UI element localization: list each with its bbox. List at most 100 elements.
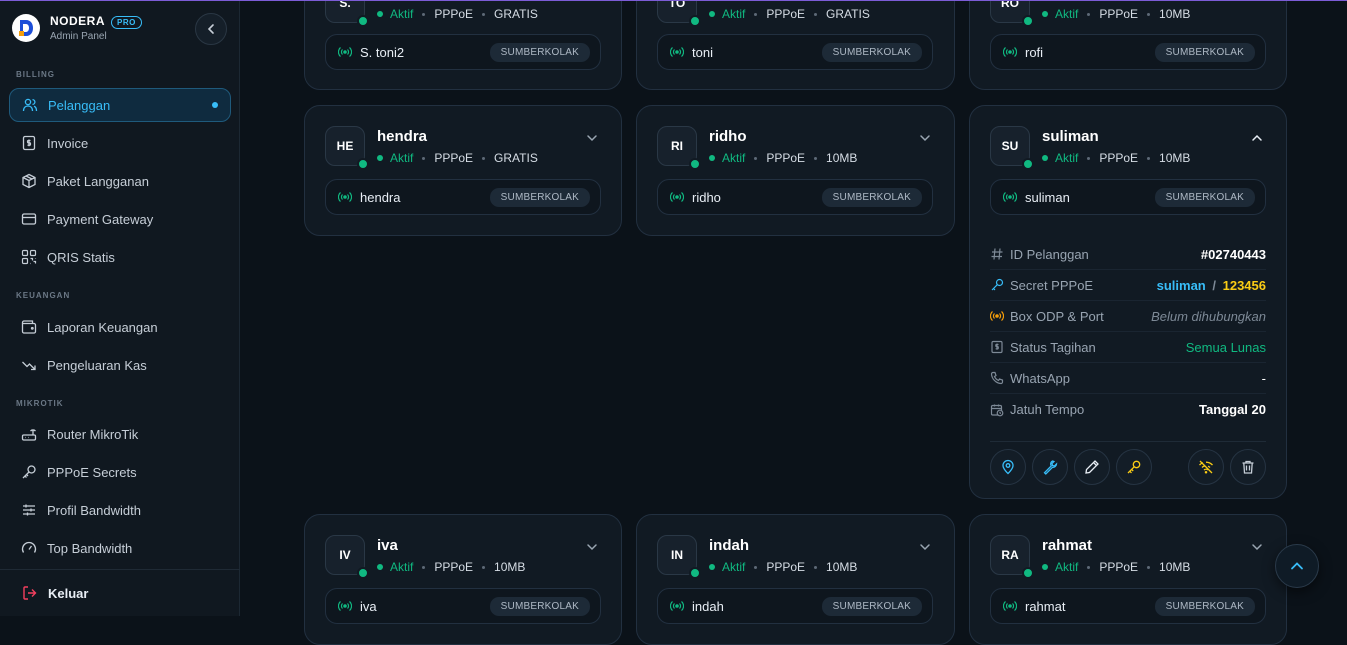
status-badge: Aktif [377,7,413,21]
pro-badge: PRO [111,15,142,29]
detail-row-due: Jatuh Tempo Tanggal 20 [990,394,1266,425]
pppoe-username: indah [692,598,724,614]
edit-button[interactable] [1074,449,1110,485]
delete-button[interactable] [1230,449,1266,485]
area-badge: SUMBERKOLAK [1154,188,1255,207]
area-badge: SUMBERKOLAK [821,188,922,207]
due-date-value: Tanggal 20 [1199,402,1266,417]
customer-meta: Aktif PPPoE 10MB [709,560,857,574]
map-pin-icon [1002,459,1014,475]
plan-name: 10MB [494,560,526,574]
connection-type: PPPoE [766,151,806,165]
customer-card-expanded[interactable]: SU suliman Aktif PPPoE 10MB suliman SUMBER… [969,105,1287,499]
area-badge: SUMBERKOLAK [1154,43,1255,62]
avatar: IV [325,535,369,579]
chevron-down-icon[interactable] [1250,540,1264,554]
whatsapp-value: - [1261,370,1266,386]
connection-type: PPPoE [434,151,474,165]
gauge-icon [21,541,37,553]
signal-icon [670,192,684,202]
users-icon [22,98,38,112]
sidebar-item-qris-statis[interactable]: QRIS Statis [9,240,231,274]
status-badge: Aktif [1042,151,1078,165]
signal-icon [1003,192,1017,202]
scroll-to-top-button[interactable] [1275,544,1319,588]
customer-card[interactable]: IN indah Aktif PPPoE 10MB indah SUMBERKOLA… [636,514,955,645]
sidebar-item-payment-gateway[interactable]: Payment Gateway [9,202,231,236]
signal-icon [1003,47,1017,57]
qr-icon [21,249,37,265]
app-logo [12,14,40,42]
secret-value[interactable]: suliman / 123456 [1157,278,1266,293]
sidebar-item-label: QRIS Statis [47,249,115,265]
router-icon [21,429,37,441]
online-status-dot [1022,567,1034,579]
customer-card[interactable]: RO Aktif PPPoE 10MB rofi SUMBERKOLAK [969,0,1287,90]
customer-name: hendra [377,128,428,145]
signal-icon [670,47,684,57]
chevron-down-icon[interactable] [585,540,599,554]
plan-name: 10MB [826,560,858,574]
signal-icon [338,192,352,202]
area-badge: SUMBERKOLAK [1154,597,1255,616]
area-badge: SUMBERKOLAK [489,188,590,207]
connection-type: PPPoE [1099,151,1139,165]
customer-meta: Aktif PPPoE 10MB [1042,7,1190,21]
sidebar-item-laporan-keuangan[interactable]: Laporan Keuangan [9,310,231,344]
sidebar-item-profil-bandwidth[interactable]: Profil Bandwidth [9,493,231,527]
detail-row-whatsapp: WhatsApp - [990,363,1266,394]
connection-type: PPPoE [766,7,806,21]
chevron-up-icon[interactable] [1250,131,1264,145]
customer-card[interactable]: RI ridho Aktif PPPoE 10MB ridho SUMBERKOLA… [636,105,955,236]
package-icon [22,173,36,189]
plan-name: GRATIS [494,7,538,21]
sidebar-item-invoice[interactable]: Invoice [9,126,231,160]
wrench-icon [1043,460,1058,475]
customer-card[interactable]: IV iva Aktif PPPoE 10MB iva SUMBERKOLAK [304,514,622,645]
disconnect-button[interactable] [1188,449,1224,485]
plan-name: 10MB [1159,151,1191,165]
sidebar-item-label: Payment Gateway [47,211,154,227]
tools-button[interactable] [1032,449,1068,485]
sidebar-item-pelanggan[interactable]: Pelanggan [9,88,231,122]
avatar: RO [990,0,1034,27]
pppoe-box: ridho SUMBERKOLAK [657,179,933,215]
location-button[interactable] [990,449,1026,485]
logout-button[interactable]: Keluar [22,585,88,601]
collapse-sidebar-button[interactable] [195,13,227,45]
customer-meta: Aktif PPPoE GRATIS [377,7,538,21]
customer-meta: Aktif PPPoE GRATIS [377,151,538,165]
customer-card[interactable]: RA rahmat Aktif PPPoE 10MB rahmat SUMBERKO… [969,514,1287,645]
customer-card[interactable]: S. Aktif PPPoE GRATIS S. toni2 SUMBERKOLAK [304,0,622,90]
customer-meta: Aktif PPPoE 10MB [1042,560,1190,574]
invoice-icon [22,135,36,151]
sidebar-item-label: Pengeluaran Kas [47,357,147,373]
calendar-clock-icon [990,404,1004,416]
chevron-down-icon[interactable] [918,540,932,554]
card-actions [990,441,1266,485]
sidebar-item-pppoe-secrets[interactable]: PPPoE Secrets [9,455,231,489]
sidebar-item-top-bandwidth[interactable]: Top Bandwidth [9,531,231,565]
customer-meta: Aktif PPPoE 10MB [377,560,525,574]
sidebar-item-paket-langganan[interactable]: Paket Langganan [9,164,231,198]
sidebar-item-router-mikrotik[interactable]: Router MikroTik [9,417,231,451]
chevron-down-icon[interactable] [918,131,932,145]
chevron-down-icon[interactable] [585,131,599,145]
pppoe-box: rahmat SUMBERKOLAK [990,588,1266,624]
phone-icon [990,371,1004,385]
area-badge: SUMBERKOLAK [489,43,590,62]
customer-card[interactable]: TO Aktif PPPoE GRATIS toni SUMBERKOLAK [636,0,955,90]
reset-secret-button[interactable] [1116,449,1152,485]
avatar: SU [990,126,1034,170]
customer-name: indah [709,537,749,554]
online-status-dot [1022,158,1034,170]
connection-type: PPPoE [1099,7,1139,21]
brand[interactable]: NODERA PRO Admin Panel [12,14,142,42]
sidebar-item-pengeluaran-kas[interactable]: Pengeluaran Kas [9,348,231,382]
customer-card[interactable]: HE hendra Aktif PPPoE GRATIS hendra SUMBER… [304,105,622,236]
status-badge: Aktif [1042,560,1078,574]
customer-meta: Aktif PPPoE 10MB [709,151,857,165]
key-icon [991,278,1004,291]
online-status-dot [357,567,369,579]
detail-row-odp: Box ODP & Port Belum dihubungkan [990,301,1266,332]
